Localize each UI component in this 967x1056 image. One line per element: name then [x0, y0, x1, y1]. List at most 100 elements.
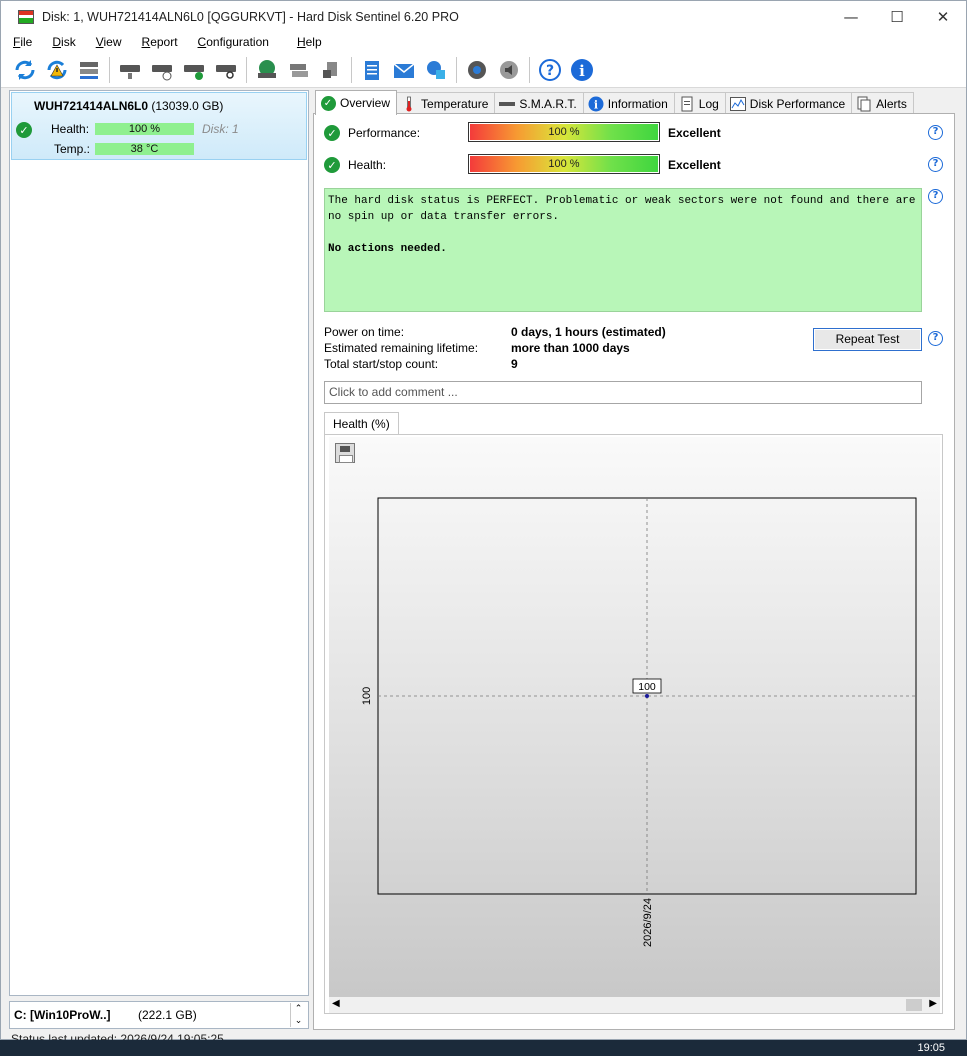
drive-selector[interactable]: C: [Win10ProW..] (222.1 GB) ⌃ ⌄: [9, 1001, 309, 1029]
disk-number: Disk: 1: [202, 122, 239, 136]
email-icon[interactable]: [390, 56, 418, 84]
repeat-test-button[interactable]: Repeat Test: [813, 328, 922, 351]
toolbar-separator: [529, 56, 530, 83]
overview-panel: ✓ Performance: 100 % Excellent ? ✓ Healt…: [313, 113, 955, 1030]
minimize-icon[interactable]: —: [828, 1, 874, 32]
disk-search-icon[interactable]: [212, 56, 240, 84]
status-text: The hard disk status is PERFECT. Problem…: [328, 195, 916, 223]
remaining-lifetime-value: more than 1000 days: [511, 341, 630, 355]
settings-icon[interactable]: [463, 56, 491, 84]
disk-list-icon[interactable]: [75, 56, 103, 84]
tab-bar: ✓ Overview Temperature S.M.A.R.T. i Info…: [315, 90, 914, 115]
help-icon[interactable]: ?: [536, 56, 564, 84]
performance-rating: Excellent: [668, 126, 721, 140]
menu-report[interactable]: Report: [130, 35, 178, 49]
disk-schedule-icon[interactable]: [148, 56, 176, 84]
close-icon[interactable]: ✕: [920, 1, 966, 32]
disk-print-icon[interactable]: [317, 56, 345, 84]
temp-mini-bar: 38 °C: [95, 143, 194, 155]
health-chart: 2026/9/24 100 100: [361, 497, 917, 947]
tab-temperature[interactable]: Temperature: [396, 92, 496, 114]
tab-label: Overview: [340, 96, 391, 110]
refresh-warning-icon[interactable]: [43, 56, 71, 84]
actions-text: No actions needed.: [328, 243, 447, 255]
drive-size: (222.1 GB): [138, 1008, 197, 1022]
menu-disk[interactable]: Disk: [40, 35, 75, 49]
scroll-left-icon[interactable]: ◀: [332, 998, 340, 1009]
toolbar-separator: [246, 56, 247, 83]
chevron-down-icon[interactable]: ⌄: [291, 1015, 306, 1027]
scroll-thumb[interactable]: [906, 999, 922, 1011]
disk-tools-icon[interactable]: [285, 56, 313, 84]
status-description: The hard disk status is PERFECT. Problem…: [324, 188, 922, 312]
power-on-value: 0 days, 1 hours (estimated): [511, 325, 666, 339]
toolbar: ? i: [1, 52, 966, 88]
tab-health-chart[interactable]: Health (%): [324, 412, 399, 434]
tab-smart[interactable]: S.M.A.R.T.: [494, 92, 584, 114]
info-icon[interactable]: i: [568, 56, 596, 84]
taskbar: [0, 1040, 967, 1056]
menu-help[interactable]: Help: [285, 35, 322, 49]
disk-info-icon[interactable]: [116, 56, 144, 84]
start-stop-value: 9: [511, 357, 518, 371]
document-icon: [679, 96, 695, 112]
title-bar: Disk: 1, WUH721414ALN6L0 [QGGURKVT] - Ha…: [1, 1, 966, 32]
tab-log[interactable]: Log: [673, 92, 726, 114]
tab-label: Alerts: [876, 96, 907, 111]
sound-icon[interactable]: [495, 56, 523, 84]
health-label: Health:: [348, 158, 387, 172]
health-bar-fill: 100 %: [470, 156, 658, 172]
disk-entry[interactable]: WUH721414ALN6L0 (13039.0 GB) ✓ Health: 1…: [11, 92, 307, 160]
tab-information[interactable]: i Information: [582, 92, 675, 114]
power-on-label: Power on time:: [324, 325, 405, 339]
menu-view[interactable]: View: [84, 35, 122, 49]
menu-configuration[interactable]: Configuration: [186, 35, 269, 49]
tab-alerts[interactable]: Alerts: [851, 92, 914, 114]
smart-icon: [499, 96, 516, 112]
svg-text:?: ?: [546, 63, 554, 79]
refresh-icon[interactable]: [11, 56, 39, 84]
tab-label: Information: [607, 96, 668, 111]
comment-input[interactable]: Click to add comment ...: [324, 381, 922, 404]
menu-file[interactable]: File: [1, 35, 32, 49]
check-icon: ✓: [320, 95, 336, 111]
maximize-icon[interactable]: ☐: [874, 1, 920, 32]
disk-ok-icon[interactable]: [180, 56, 208, 84]
health-ok-icon: ✓: [324, 157, 340, 173]
toolbar-separator: [456, 56, 457, 83]
remaining-lifetime-label: Estimated remaining lifetime:: [324, 341, 479, 355]
performance-bar: 100 %: [468, 122, 660, 142]
toolbar-separator: [351, 56, 352, 83]
tab-label: Log: [698, 96, 719, 111]
data-label: 100: [638, 681, 656, 693]
thermometer-icon: [401, 96, 417, 112]
report-notepad-icon[interactable]: [358, 56, 386, 84]
performance-label: Performance:: [348, 126, 421, 140]
help-icon[interactable]: ?: [928, 331, 943, 346]
help-icon[interactable]: ?: [928, 125, 943, 140]
health-chart-area: 2026/9/24 100 100 ◀ ▶: [324, 434, 943, 1014]
svg-text:i: i: [594, 98, 598, 111]
web-report-icon[interactable]: [422, 56, 450, 84]
tab-label: S.M.A.R.T.: [519, 96, 577, 111]
network-disk-icon[interactable]: [253, 56, 281, 84]
help-icon[interactable]: ?: [928, 189, 943, 204]
health-label: Health:: [51, 122, 90, 136]
scroll-right-icon[interactable]: ▶: [929, 998, 937, 1009]
window-title: Disk: 1, WUH721414ALN6L0 [QGGURKVT] - Ha…: [42, 9, 459, 24]
taskbar-clock: 19:05: [917, 1042, 945, 1054]
menu-bar: File Disk View Report Configuration Help: [1, 32, 966, 52]
performance-bar-fill: 100 %: [470, 124, 658, 140]
toolbar-separator: [109, 56, 110, 83]
health-bar: 100 %: [468, 154, 660, 174]
tab-overview[interactable]: ✓ Overview: [315, 90, 398, 115]
tab-disk-performance[interactable]: Disk Performance: [724, 92, 853, 114]
performance-chart-icon: [729, 96, 746, 112]
help-icon[interactable]: ?: [928, 157, 943, 172]
drive-spinner[interactable]: ⌃ ⌄: [290, 1003, 306, 1027]
drive-name: C: [Win10ProW..]: [14, 1008, 111, 1022]
chevron-up-icon[interactable]: ⌃: [291, 1003, 306, 1015]
x-tick-label: 2026/9/24: [642, 898, 654, 947]
horizontal-scrollbar[interactable]: ◀ ▶: [329, 997, 940, 1013]
tab-label: Temperature: [421, 96, 489, 111]
